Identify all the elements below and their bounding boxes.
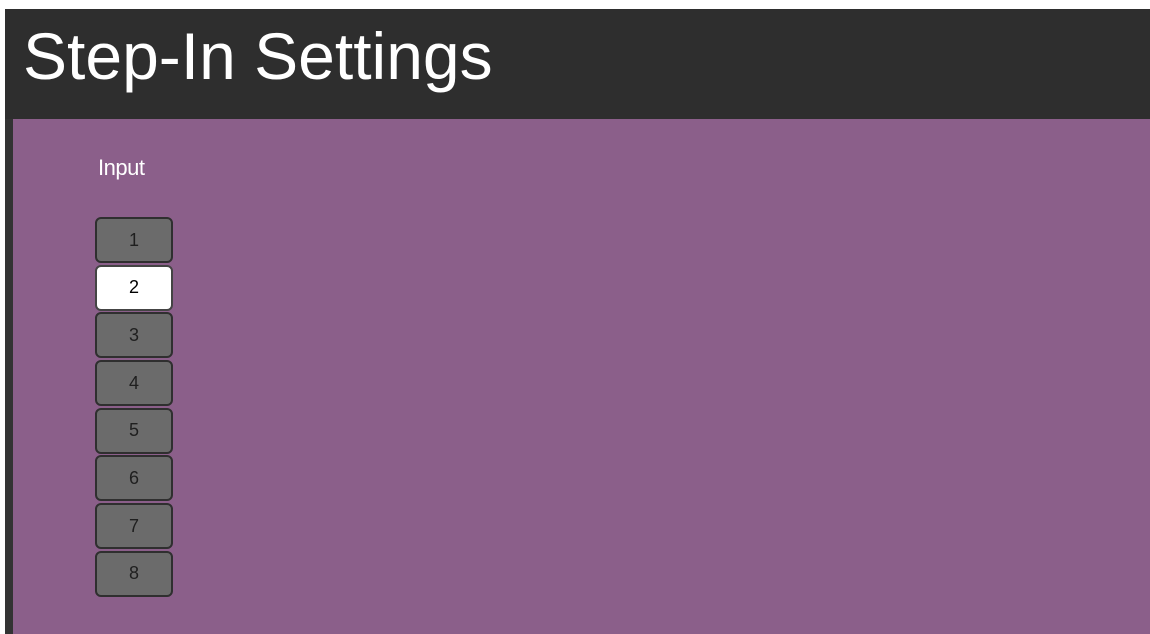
input-button-6[interactable]: 6 <box>95 455 173 502</box>
settings-panel: Input 1 2 3 4 5 6 7 8 <box>13 119 1150 634</box>
input-button-4[interactable]: 4 <box>95 360 173 407</box>
input-button-label: 5 <box>128 420 139 441</box>
input-button-3[interactable]: 3 <box>95 312 173 359</box>
input-button-label: 2 <box>128 277 139 298</box>
input-button-label: 8 <box>128 563 139 584</box>
input-button-1[interactable]: 1 <box>95 217 173 263</box>
input-button-5[interactable]: 5 <box>95 407 173 454</box>
input-button-label: 4 <box>128 372 139 393</box>
app-frame: Step-In Settings Input 1 2 3 4 5 6 7 8 <box>5 9 1150 634</box>
input-button-label: 6 <box>128 467 139 488</box>
input-button-list: 1 2 3 4 5 6 7 8 <box>95 217 175 599</box>
page-title: Step-In Settings <box>23 19 493 93</box>
input-button-label: 1 <box>128 229 139 250</box>
input-label: Input <box>98 155 145 180</box>
input-button-label: 3 <box>128 324 139 345</box>
input-button-8[interactable]: 8 <box>95 550 173 597</box>
input-button-7[interactable]: 7 <box>95 503 173 550</box>
input-button-2[interactable]: 2 <box>95 264 173 311</box>
input-button-label: 7 <box>128 515 139 536</box>
header-bar: Step-In Settings <box>5 9 1150 119</box>
